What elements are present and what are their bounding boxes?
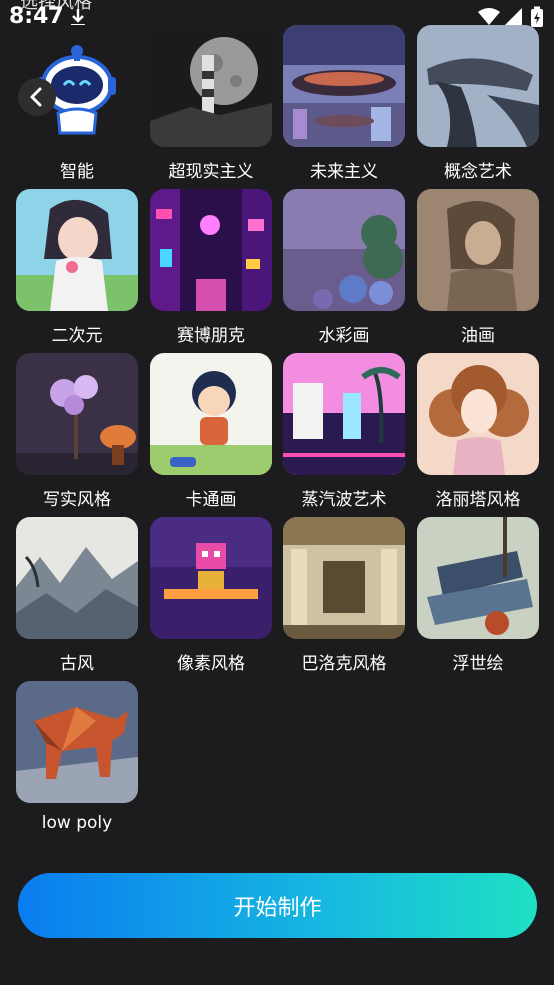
style-tile-surrealism[interactable]: 超现实主义 [150,25,272,182]
chevron-left-icon [30,87,42,107]
style-thumbnail [417,353,539,475]
style-tile-cyberpunk[interactable]: 赛博朋克 [150,189,272,346]
style-thumbnail [150,189,272,311]
style-thumbnail [150,25,272,147]
style-label: 写实风格 [43,490,111,510]
style-label: 像素风格 [177,654,245,674]
style-label: 水彩画 [318,326,370,346]
style-label: 卡通画 [185,490,237,510]
style-tile-anime[interactable]: 二次元 [16,189,138,346]
style-tile-futurism[interactable]: 未来主义 [283,25,405,182]
style-tile-concept-art[interactable]: 概念艺术 [417,25,539,182]
style-label: 概念艺术 [444,162,512,182]
style-label: low poly [41,813,113,833]
style-tile-realistic[interactable]: 写实风格 [16,353,138,510]
style-tile-watercolor[interactable]: 水彩画 [283,189,405,346]
style-label: 洛丽塔风格 [435,490,521,510]
back-button[interactable] [18,78,56,116]
style-label: 油画 [461,326,495,346]
style-thumbnail [16,353,138,475]
style-thumbnail [150,353,272,475]
style-tile-lolita[interactable]: 洛丽塔风格 [417,353,539,510]
style-tile-pixel[interactable]: 像素风格 [150,517,272,674]
style-tile-cartoon[interactable]: 卡通画 [150,353,272,510]
style-tile-vaporwave[interactable]: 蒸汽波艺术 [283,353,405,510]
wifi-icon [478,8,500,25]
style-tile-oil-painting[interactable]: 油画 [417,189,539,346]
style-thumbnail [283,25,405,147]
style-label: 智能 [60,162,94,182]
style-thumbnail [283,189,405,311]
style-tile-ukiyoe[interactable]: 浮世绘 [417,517,539,674]
style-thumbnail [16,517,138,639]
style-thumbnail [417,189,539,311]
style-label: 二次元 [51,326,103,346]
style-label: 超现实主义 [168,162,254,182]
signal-icon [504,8,522,26]
style-thumbnail [16,189,138,311]
style-tile-low-poly[interactable]: low poly [16,681,138,833]
style-label: 赛博朋克 [177,326,245,346]
style-thumbnail [16,681,138,803]
style-label: 古风 [60,654,94,674]
style-thumbnail [283,353,405,475]
style-label: 浮世绘 [452,654,504,674]
battery-icon [531,6,543,27]
style-thumbnail [417,25,539,147]
style-tile-ancient[interactable]: 古风 [16,517,138,674]
style-tile-baroque[interactable]: 巴洛克风格 [283,517,405,674]
style-label: 蒸汽波艺术 [301,490,387,510]
style-thumbnail [417,517,539,639]
style-thumbnail [283,517,405,639]
style-label: 巴洛克风格 [301,654,387,674]
style-thumbnail [150,517,272,639]
start-create-button[interactable]: 开始制作 [18,873,537,938]
style-label: 未来主义 [310,162,378,182]
